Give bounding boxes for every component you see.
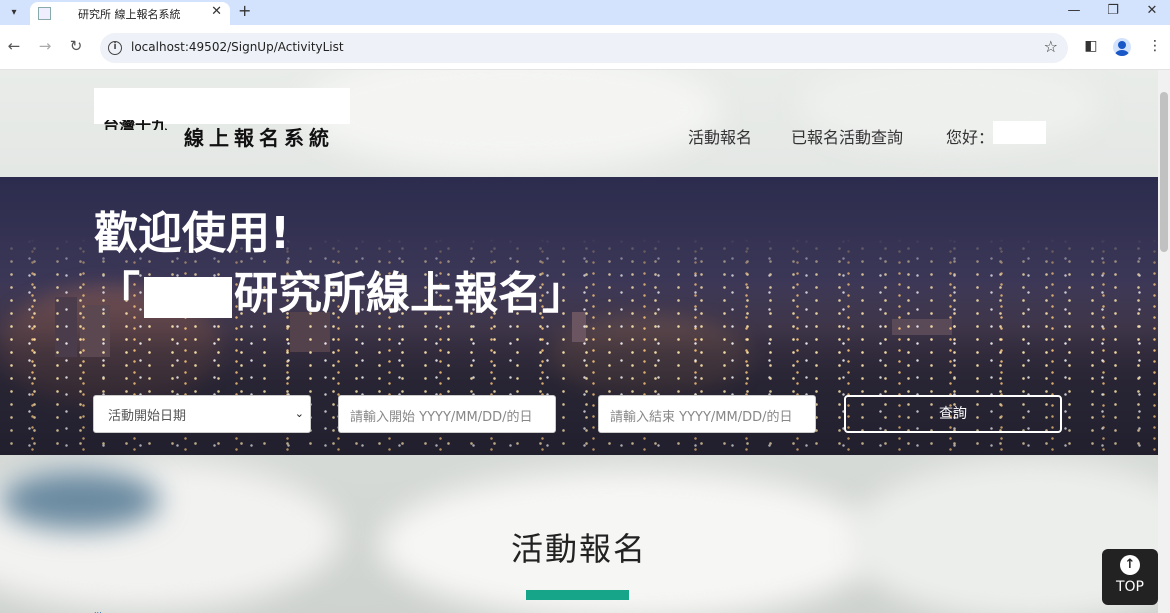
start-date-input[interactable]: 請輸入開始 YYYY/MM/DD/的日 — [338, 395, 556, 433]
site-logo[interactable]: 線上報名系統 — [184, 122, 334, 151]
arrow-up-icon: ↑ — [1120, 555, 1140, 575]
back-to-top-button[interactable]: ↑ TOP — [1102, 549, 1158, 605]
url-text[interactable]: localhost:49502/SignUp/ActivityList — [131, 40, 344, 54]
hero-title-line1: 歡迎使用! — [94, 208, 291, 259]
nav-greeting[interactable]: 您好： — [946, 124, 994, 148]
tab-close-icon[interactable]: ✕ — [211, 4, 222, 19]
side-panel-icon[interactable]: ◧ — [1081, 38, 1101, 54]
chevron-down-icon: ⌄ — [294, 407, 304, 420]
scrollbar-thumb[interactable] — [1160, 92, 1168, 252]
username-redaction — [993, 121, 1046, 144]
page-scrollbar[interactable] — [1158, 70, 1170, 613]
date-type-select[interactable]: 活動開始日期 ⌄ — [93, 395, 311, 433]
page-viewport: 台灣十九 線上報名系統 活動報名 已報名活動查詢 您好： 歡迎使用! 「研究所線… — [0, 70, 1158, 613]
hero-name-redaction — [144, 277, 232, 318]
tab-search-button[interactable]: ▾ — [4, 3, 24, 22]
browser-tab-bar: ▾ 研究所 線上報名系統 ✕ + — ❐ ✕ — [0, 0, 1170, 25]
logo-fragment: 台灣十九 — [103, 120, 168, 130]
back-arrow-icon[interactable]: ← — [4, 37, 24, 55]
content-dots: ... — [94, 606, 102, 613]
browser-toolbar: ← → ↻ i localhost:49502/SignUp/ActivityL… — [0, 25, 1170, 70]
bookmark-star-icon[interactable]: ☆ — [1044, 37, 1058, 56]
nav-registered-query[interactable]: 已報名活動查詢 — [791, 124, 903, 148]
reload-icon[interactable]: ↻ — [66, 37, 86, 55]
section-title: 活動報名 — [510, 530, 647, 568]
cloud-decoration — [0, 470, 160, 530]
logo-redaction — [94, 88, 350, 124]
top-label: TOP — [1115, 579, 1144, 595]
site-info-icon[interactable]: i — [108, 41, 122, 55]
new-tab-button[interactable]: + — [238, 1, 251, 20]
hero-banner: 歡迎使用! 「研究所線上報名」 活動開始日期 ⌄ 請輸入開始 YYYY/MM/D… — [0, 177, 1158, 455]
section-accent-bar — [526, 590, 629, 600]
tab-title: 研究所 線上報名系統 — [78, 8, 181, 21]
profile-avatar-icon[interactable] — [1113, 38, 1131, 56]
window-close-icon[interactable]: ✕ — [1142, 3, 1162, 18]
browser-tab[interactable]: 研究所 線上報名系統 ✕ — [30, 2, 230, 25]
nav-activity-signup[interactable]: 活動報名 — [688, 124, 752, 148]
restore-icon[interactable]: ❐ — [1103, 3, 1123, 18]
cloud-decoration — [300, 70, 720, 170]
more-menu-icon[interactable]: ⋮ — [1145, 38, 1165, 54]
page-favicon-icon — [38, 7, 51, 20]
end-date-input[interactable]: 請輸入結束 YYYY/MM/DD/的日 — [598, 395, 816, 433]
forward-arrow-icon[interactable]: → — [35, 37, 55, 55]
address-bar[interactable]: i localhost:49502/SignUp/ActivityList ☆ — [100, 33, 1068, 63]
query-button[interactable]: 查詢 — [844, 395, 1062, 433]
minimize-icon[interactable]: — — [1064, 3, 1084, 18]
